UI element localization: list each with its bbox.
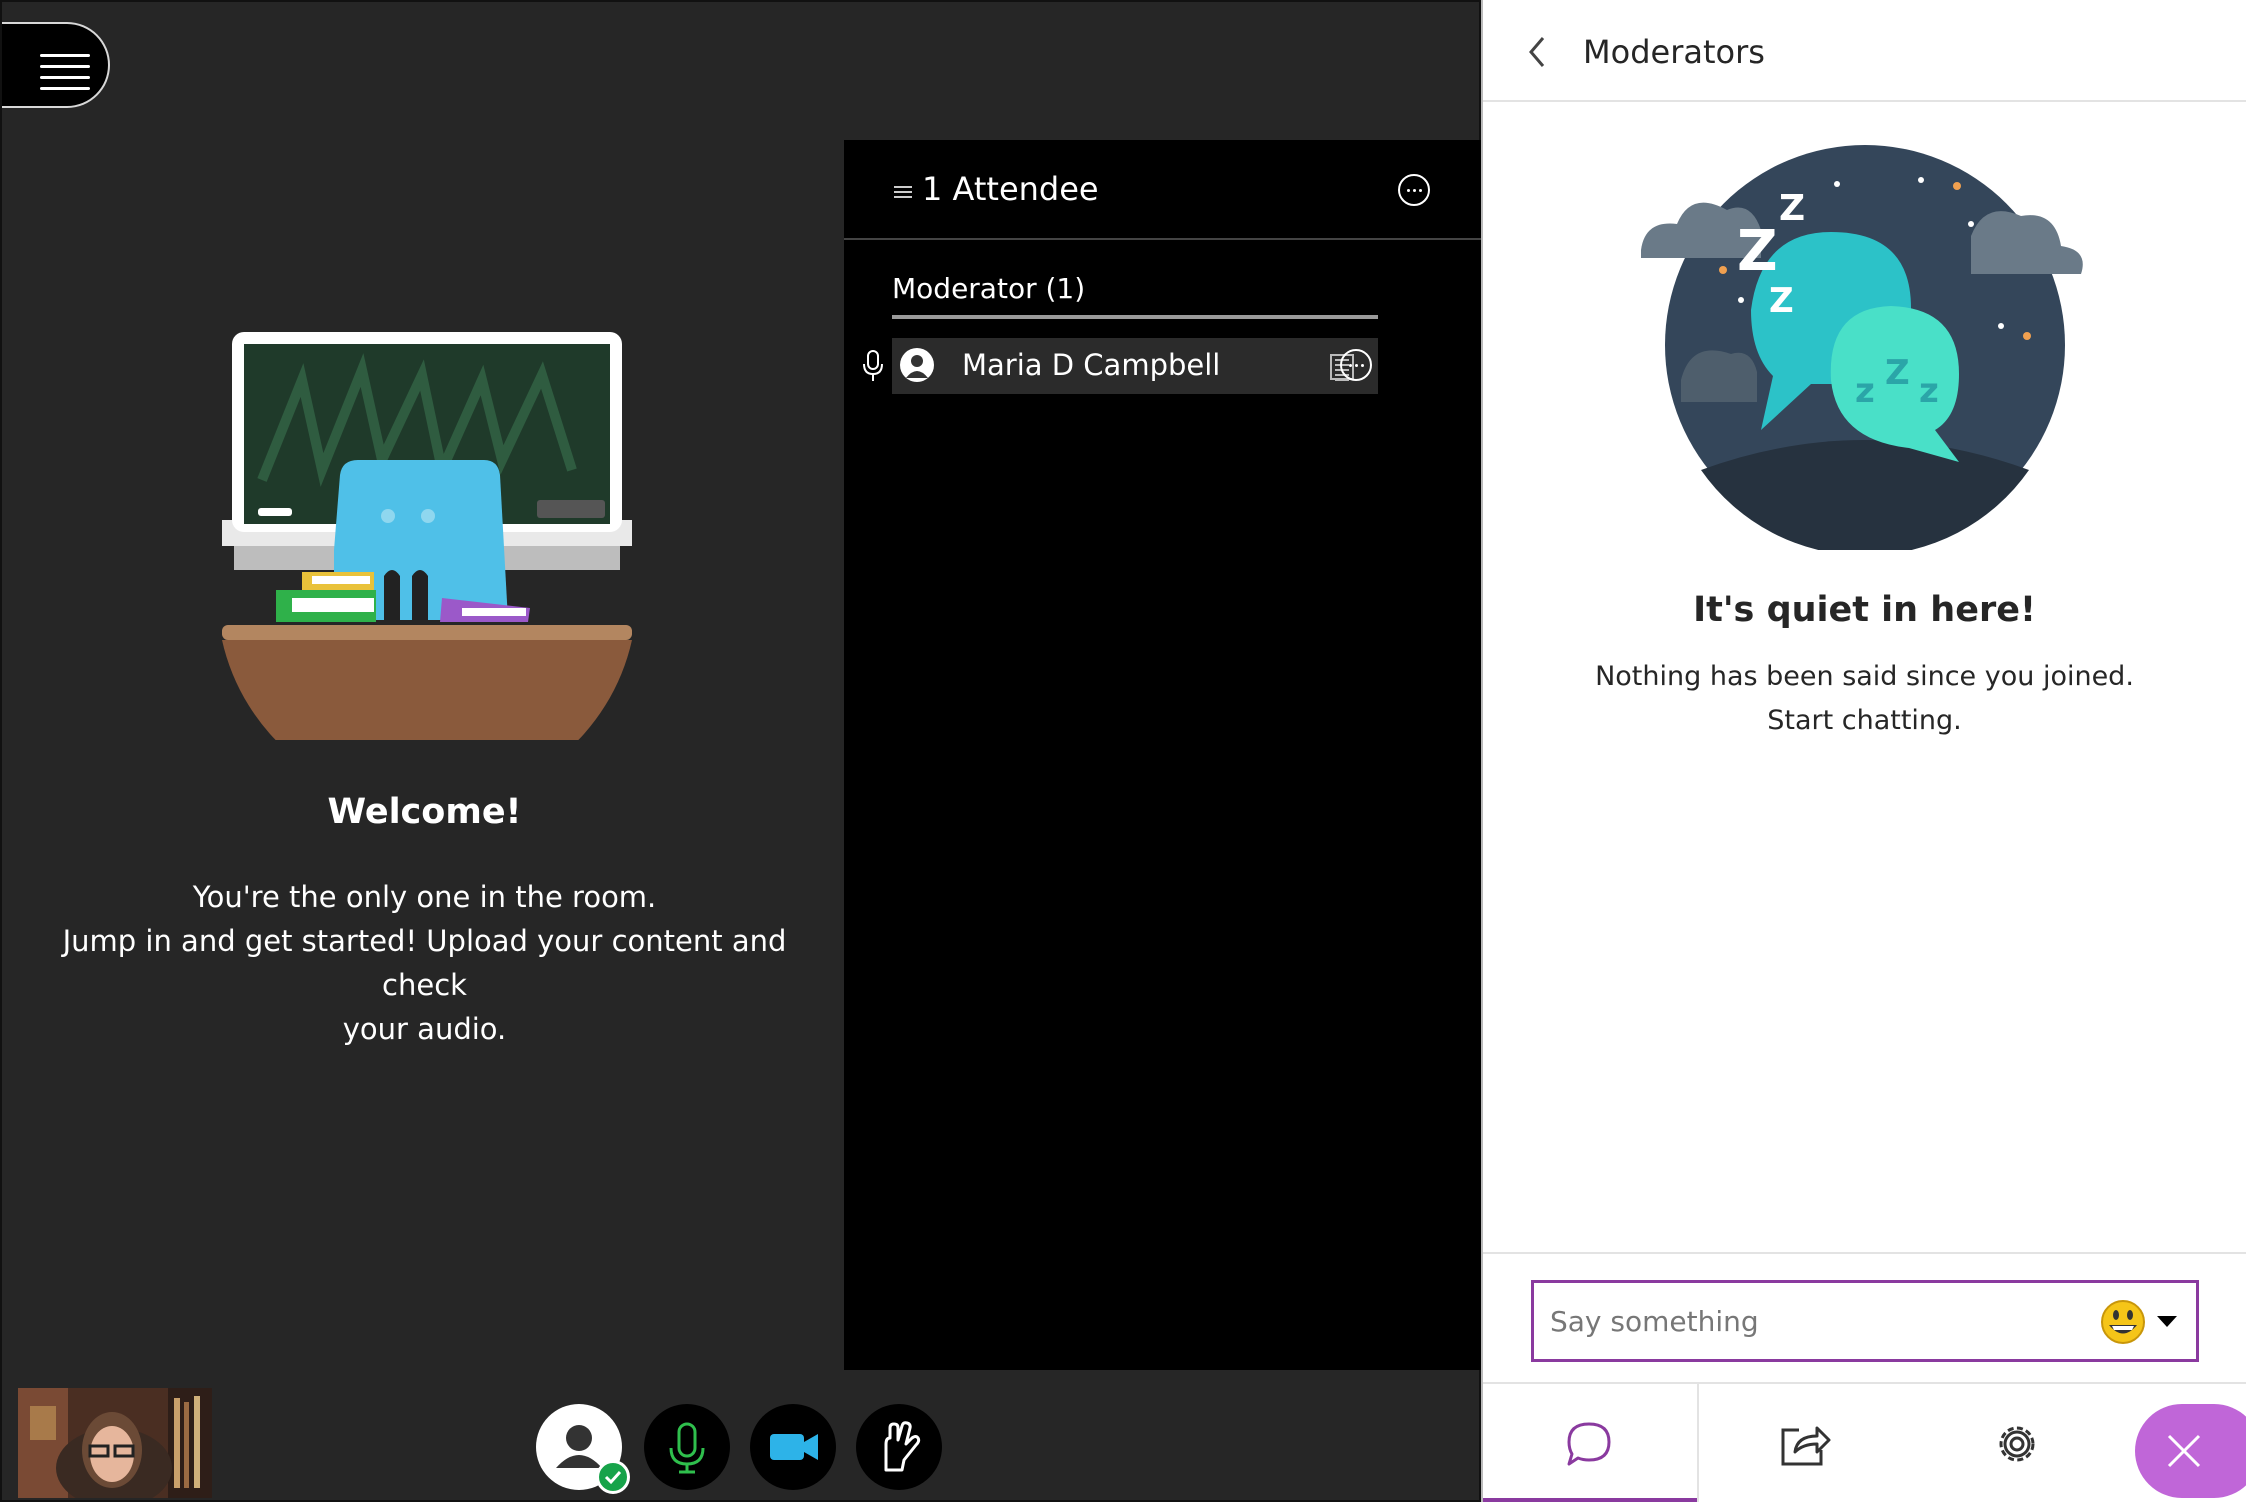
empty-chat-title: It's quiet in here! <box>1693 590 2036 630</box>
welcome-line: your audio. <box>342 1012 507 1046</box>
menu-icon-bar <box>40 76 90 79</box>
check-icon <box>596 1460 630 1494</box>
microphone-icon <box>863 350 883 381</box>
tab-share-content[interactable] <box>1697 1384 1911 1502</box>
attendees-more-icon[interactable] <box>1398 174 1430 206</box>
chat-panel: Moderators Z Z Z z Z z It's quiet in her… <box>1481 0 2246 1502</box>
welcome-title: Welcome! <box>327 792 522 832</box>
emoji-dropdown-icon[interactable] <box>2157 1316 2177 1327</box>
sleeping-chat-illustration: Z Z Z z Z z <box>1641 145 2083 550</box>
menu-button[interactable] <box>2 22 110 108</box>
attendee-row[interactable]: Maria D Campbell <box>863 338 1378 394</box>
chat-title: Moderators <box>1583 33 1765 71</box>
svg-text:Z: Z <box>1769 281 1794 321</box>
welcome-line: You're the only one in the room. <box>192 880 657 914</box>
main-stage: Welcome! You're the only one in the room… <box>0 0 1482 1502</box>
drag-handle-icon[interactable] <box>894 186 912 198</box>
camera-button[interactable] <box>750 1404 836 1490</box>
chat-panel-tabs <box>1483 1382 2246 1502</box>
chat-bubble-icon <box>1567 1422 1611 1466</box>
chat-header: Moderators <box>1483 0 2246 102</box>
empty-chat-message: Nothing has been said since you joined. … <box>1483 655 2246 743</box>
classroom-illustration <box>222 332 632 740</box>
emoji-icon[interactable] <box>2099 1298 2147 1346</box>
self-video-thumbnail[interactable] <box>18 1388 212 1498</box>
attendees-panel: 1 Attendee Moderator (1) Maria D Campbel… <box>844 140 1482 1370</box>
moderator-group-label[interactable]: Moderator (1) <box>892 272 1378 319</box>
attendees-count-title: 1 Attendee <box>922 170 1099 208</box>
svg-text:Z: Z <box>1885 353 1910 393</box>
menu-icon <box>40 54 90 57</box>
svg-text:Z: Z <box>1737 219 1778 284</box>
tab-chat[interactable] <box>1483 1384 1697 1502</box>
svg-text:Z: Z <box>1779 188 1805 229</box>
chat-compose <box>1483 1252 2246 1382</box>
svg-text:z: z <box>1919 371 1939 411</box>
close-icon <box>2167 1434 2201 1468</box>
tab-settings[interactable] <box>1911 1384 2125 1502</box>
microphone-button[interactable] <box>644 1404 730 1490</box>
welcome-message: You're the only one in the room. Jump in… <box>52 875 797 1051</box>
attendee-name: Maria D Campbell <box>962 348 1221 382</box>
avatar-icon <box>900 348 934 382</box>
menu-icon-bar <box>40 65 90 68</box>
svg-text:z: z <box>1855 371 1875 411</box>
menu-icon-bar <box>40 87 90 90</box>
empty-chat-line: Nothing has been said since you joined. <box>1595 661 2134 692</box>
share-content-icon <box>1781 1426 1831 1466</box>
welcome-line: Jump in and get started! Upload your con… <box>62 924 787 1002</box>
gear-icon <box>1999 1426 2035 1462</box>
raise-hand-button[interactable] <box>856 1404 942 1490</box>
empty-chat-line: Start chatting. <box>1767 705 1962 736</box>
close-panel-button[interactable] <box>2135 1404 2246 1498</box>
attendees-header: 1 Attendee <box>844 140 1482 240</box>
back-arrow-icon[interactable] <box>1523 32 1553 72</box>
attendee-more-icon[interactable] <box>1340 349 1372 381</box>
